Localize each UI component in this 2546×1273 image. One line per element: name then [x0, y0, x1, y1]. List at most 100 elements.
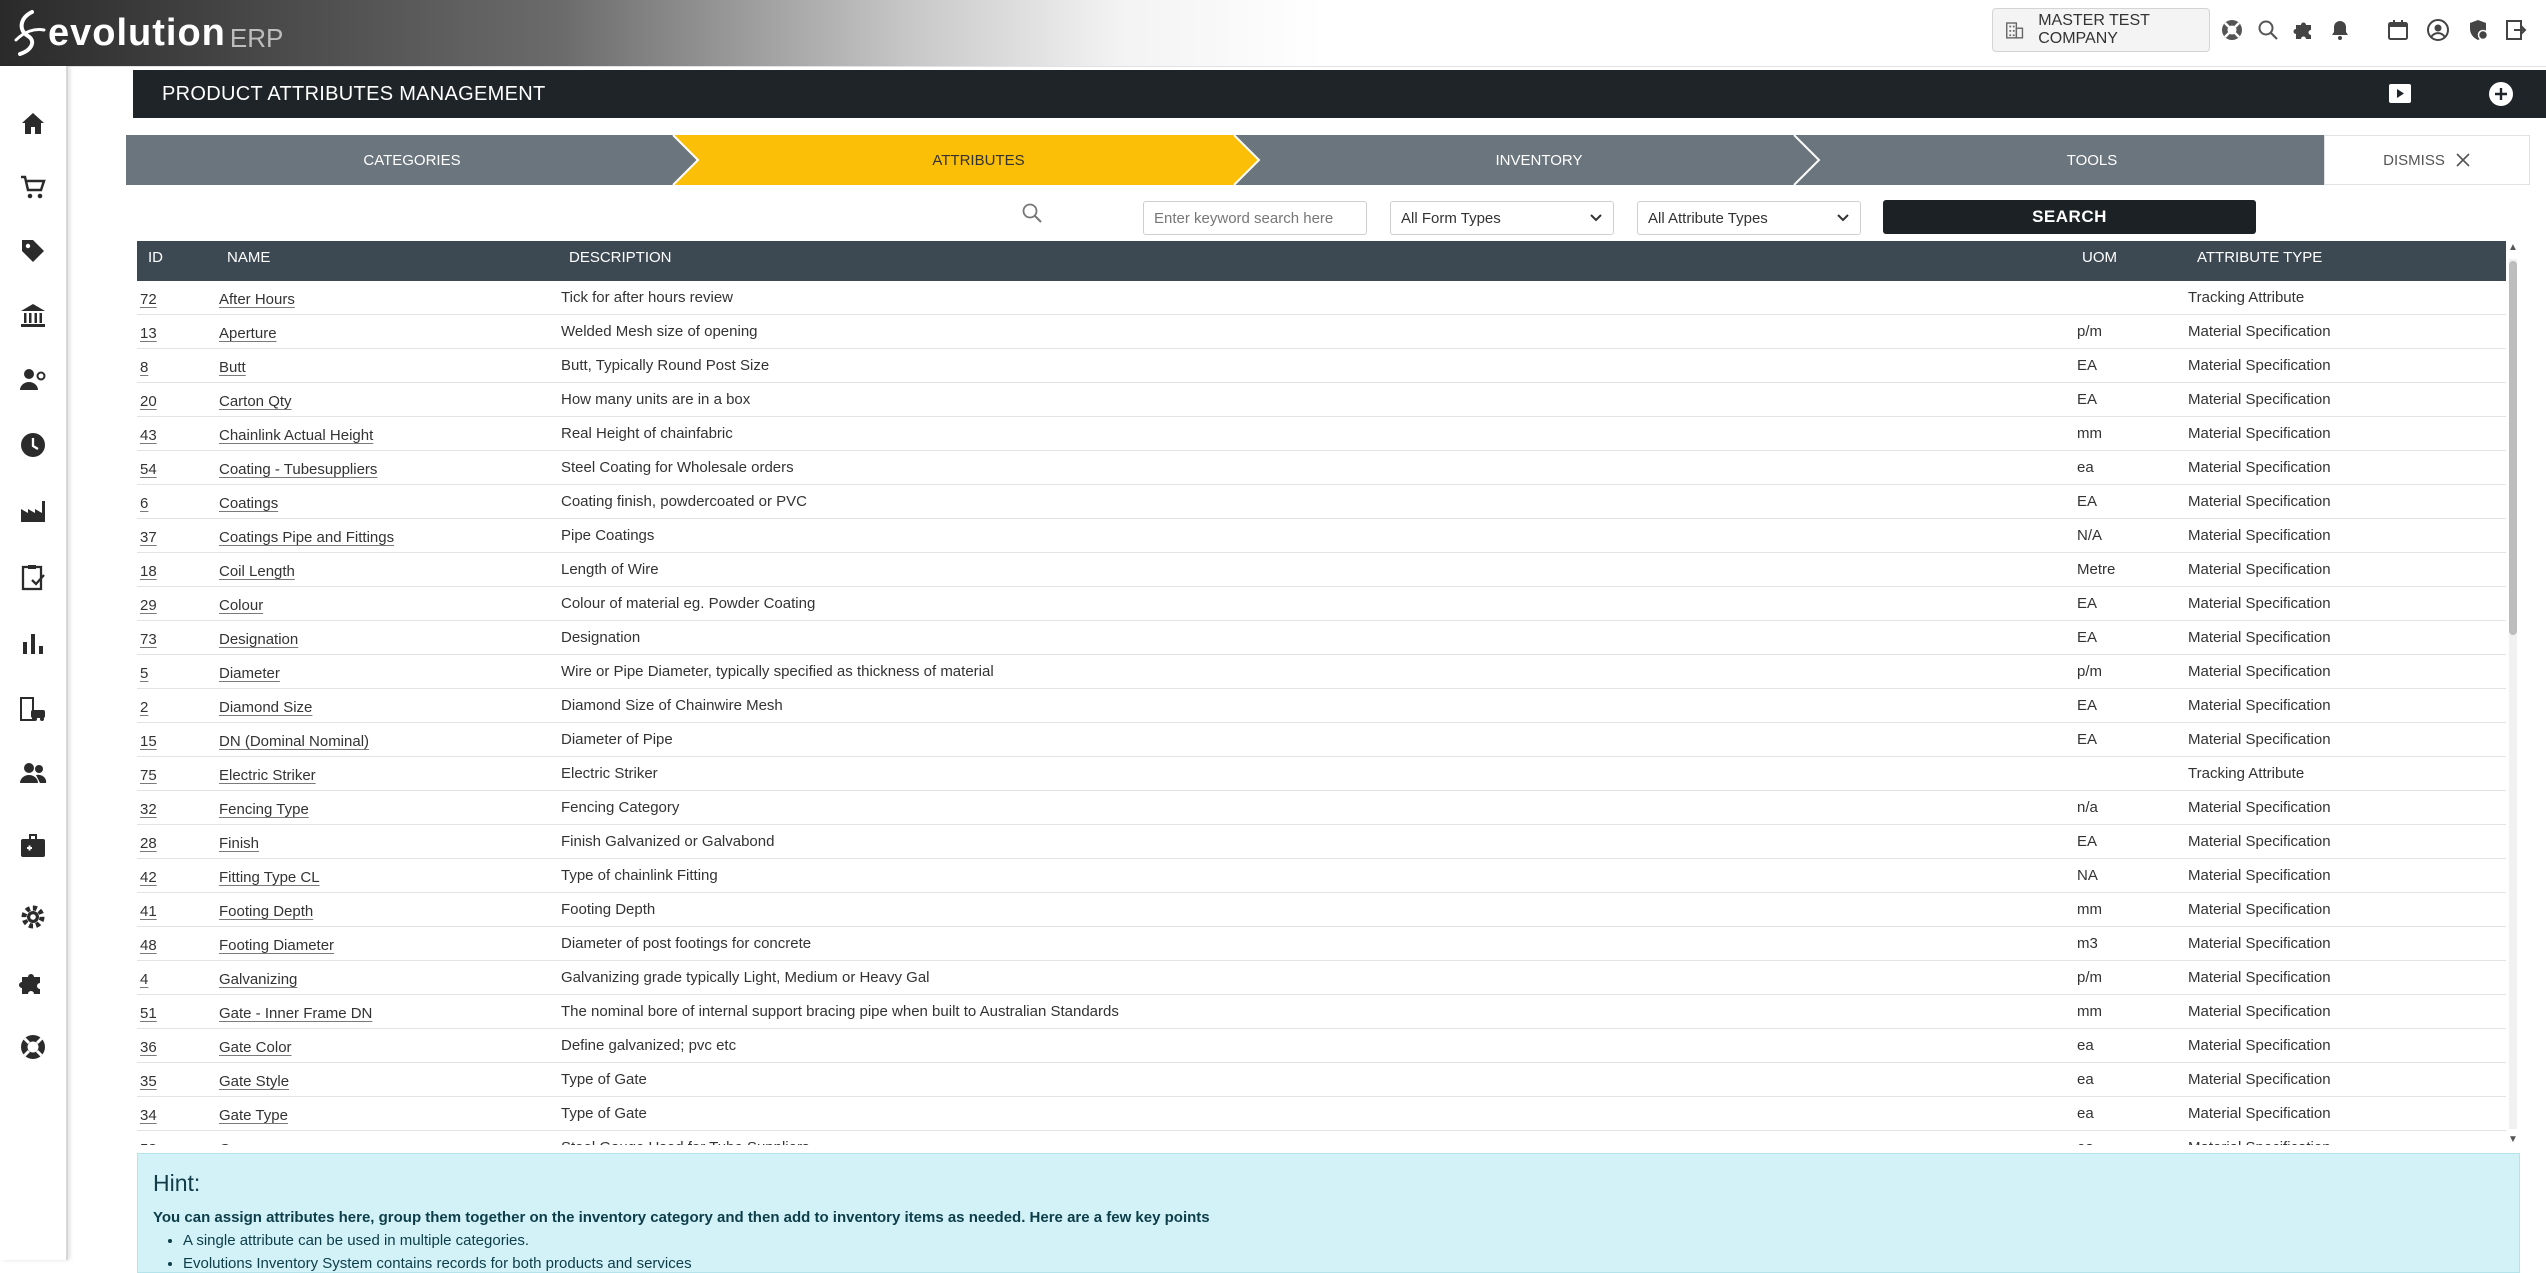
table-row[interactable]: 6 Coatings Coating finish, powdercoated or…	[137, 485, 2506, 519]
row-id[interactable]: 28	[140, 825, 157, 858]
row-id[interactable]: 72	[140, 281, 157, 314]
row-name-link[interactable]: Diamond Size	[219, 689, 312, 722]
row-id[interactable]: 36	[140, 1029, 157, 1062]
row-id[interactable]: 13	[140, 315, 157, 348]
row-id[interactable]: 43	[140, 417, 157, 450]
puzzle-icon[interactable]	[2292, 18, 2316, 42]
row-name-link[interactable]: Electric Striker	[219, 757, 316, 790]
row-id[interactable]: 54	[140, 451, 157, 484]
table-row[interactable]: 34 Gate Type Type of Gate ea Material Specif…	[137, 1097, 2506, 1131]
add-circle-icon[interactable]	[2488, 81, 2514, 107]
bank-icon[interactable]	[18, 300, 48, 330]
factory-icon[interactable]	[18, 496, 48, 526]
table-row[interactable]: 8 Butt Butt, Typically Round Post Size EA Ma…	[137, 349, 2506, 383]
table-row[interactable]: 28 Finish Finish Galvanized or Galvabond EA…	[137, 825, 2506, 859]
table-row[interactable]: 51 Gate - Inner Frame DN The nominal bore …	[137, 995, 2506, 1029]
row-name-link[interactable]: Fitting Type CL	[219, 859, 320, 892]
id-badge-icon[interactable]	[18, 830, 48, 860]
row-name-link[interactable]: Gate - Inner Frame DN	[219, 995, 372, 1028]
row-id[interactable]: 53	[140, 1131, 157, 1145]
logout-icon[interactable]	[2504, 18, 2528, 42]
row-name-link[interactable]: Gate Type	[219, 1097, 288, 1130]
home-icon[interactable]	[18, 108, 48, 138]
table-row[interactable]: 32 Fencing Type Fencing Category n/a Materia…	[137, 791, 2506, 825]
row-id[interactable]: 4	[140, 961, 148, 994]
settings-gear-icon[interactable]	[18, 902, 48, 932]
table-row[interactable]: 20 Carton Qty How many units are in a box E…	[137, 383, 2506, 417]
search-button[interactable]: SEARCH	[1883, 200, 2256, 234]
row-id[interactable]: 32	[140, 791, 157, 824]
row-name-link[interactable]: Coating - Tubesuppliers	[219, 451, 377, 484]
table-row[interactable]: 4 Galvanizing Galvanizing grade typically …	[137, 961, 2506, 995]
row-name-link[interactable]: Finish	[219, 825, 259, 858]
lifebuoy-icon[interactable]	[2220, 18, 2244, 42]
table-row[interactable]: 13 Aperture Welded Mesh size of opening p/m…	[137, 315, 2506, 349]
row-id[interactable]: 35	[140, 1063, 157, 1096]
table-row[interactable]: 15 DN (Dominal Nominal) Diameter of Pipe EA…	[137, 723, 2506, 757]
row-name-link[interactable]: Colour	[219, 587, 263, 620]
row-id[interactable]: 37	[140, 519, 157, 552]
play-video-icon[interactable]	[2387, 81, 2413, 107]
row-name-link[interactable]: DN (Dominal Nominal)	[219, 723, 369, 756]
step-categories[interactable]: CATEGORIES	[126, 135, 698, 185]
row-id[interactable]: 51	[140, 995, 157, 1028]
form-type-select[interactable]: All Form Types	[1390, 201, 1614, 235]
table-row[interactable]: 36 Gate Color Define galvanized; pvc etc ea…	[137, 1029, 2506, 1063]
row-name-link[interactable]: Aperture	[219, 315, 277, 348]
clipboard-check-icon[interactable]	[18, 562, 48, 592]
row-name-link[interactable]: Coatings Pipe and Fittings	[219, 519, 394, 552]
row-name-link[interactable]: Gate Color	[219, 1029, 292, 1062]
table-row[interactable]: 29 Colour Colour of material eg. Powder Co…	[137, 587, 2506, 621]
user-account-icon[interactable]	[2426, 18, 2450, 42]
row-name-link[interactable]: Fencing Type	[219, 791, 309, 824]
tag-icon[interactable]	[18, 236, 48, 266]
row-name-link[interactable]: Footing Diameter	[219, 927, 334, 960]
row-id[interactable]: 6	[140, 485, 148, 518]
row-id[interactable]: 29	[140, 587, 157, 620]
table-scrollbar[interactable]: ▲ ▼	[2506, 241, 2520, 1147]
table-row[interactable]: 73 Designation Designation EA Material Speci…	[137, 621, 2506, 655]
row-name-link[interactable]: Butt	[219, 349, 246, 382]
dismiss-button[interactable]: DISMISS	[2324, 135, 2530, 185]
search-icon[interactable]	[2256, 18, 2280, 42]
header-name[interactable]: NAME	[227, 241, 270, 281]
shopping-cart-icon[interactable]	[18, 172, 48, 202]
step-tools[interactable]: TOOLS	[1819, 135, 2365, 185]
building-car-icon[interactable]	[18, 694, 48, 724]
table-row[interactable]: 2 Diamond Size Diamond Size of Chainwire M…	[137, 689, 2506, 723]
row-id[interactable]: 18	[140, 553, 157, 586]
row-id[interactable]: 2	[140, 689, 148, 722]
scrollbar-thumb[interactable]	[2509, 261, 2517, 635]
clock-icon[interactable]	[18, 430, 48, 460]
row-name-link[interactable]: Coil Length	[219, 553, 295, 586]
row-id[interactable]: 5	[140, 655, 148, 688]
table-row[interactable]: 72 After Hours Tick for after hours review…	[137, 281, 2506, 315]
table-row[interactable]: 53 Gauge Steel Gauge Used for Tube Supplie…	[137, 1131, 2506, 1145]
shield-alert-icon[interactable]	[2466, 18, 2490, 42]
contacts-icon[interactable]	[18, 758, 48, 788]
row-id[interactable]: 73	[140, 621, 157, 654]
scroll-up-icon[interactable]: ▲	[2506, 241, 2520, 255]
table-row[interactable]: 5 Diameter Wire or Pipe Diameter, typicall…	[137, 655, 2506, 689]
header-description[interactable]: DESCRIPTION	[569, 241, 672, 281]
row-name-link[interactable]: Designation	[219, 621, 298, 654]
row-name-link[interactable]: Diameter	[219, 655, 280, 688]
keyword-search-input[interactable]	[1143, 201, 1367, 235]
table-row[interactable]: 43 Chainlink Actual Height Real Height of …	[137, 417, 2506, 451]
calendar-icon[interactable]	[2386, 18, 2410, 42]
row-name-link[interactable]: Footing Depth	[219, 893, 313, 926]
row-name-link[interactable]: Gauge	[219, 1131, 264, 1145]
row-name-link[interactable]: Galvanizing	[219, 961, 297, 994]
attribute-type-select[interactable]: All Attribute Types	[1637, 201, 1861, 235]
bell-icon[interactable]	[2328, 18, 2352, 42]
table-row[interactable]: 75 Electric Striker Electric Striker Tracki…	[137, 757, 2506, 791]
row-id[interactable]: 75	[140, 757, 157, 790]
table-row[interactable]: 48 Footing Diameter Diameter of post footi…	[137, 927, 2506, 961]
table-row[interactable]: 37 Coatings Pipe and Fittings Pipe Coating…	[137, 519, 2506, 553]
row-name-link[interactable]: Carton Qty	[219, 383, 292, 416]
table-row[interactable]: 42 Fitting Type CL Type of chainlink Fitti…	[137, 859, 2506, 893]
row-id[interactable]: 48	[140, 927, 157, 960]
support-lifebuoy-icon[interactable]	[18, 1032, 48, 1062]
row-id[interactable]: 41	[140, 893, 157, 926]
header-id[interactable]: ID	[148, 241, 163, 281]
